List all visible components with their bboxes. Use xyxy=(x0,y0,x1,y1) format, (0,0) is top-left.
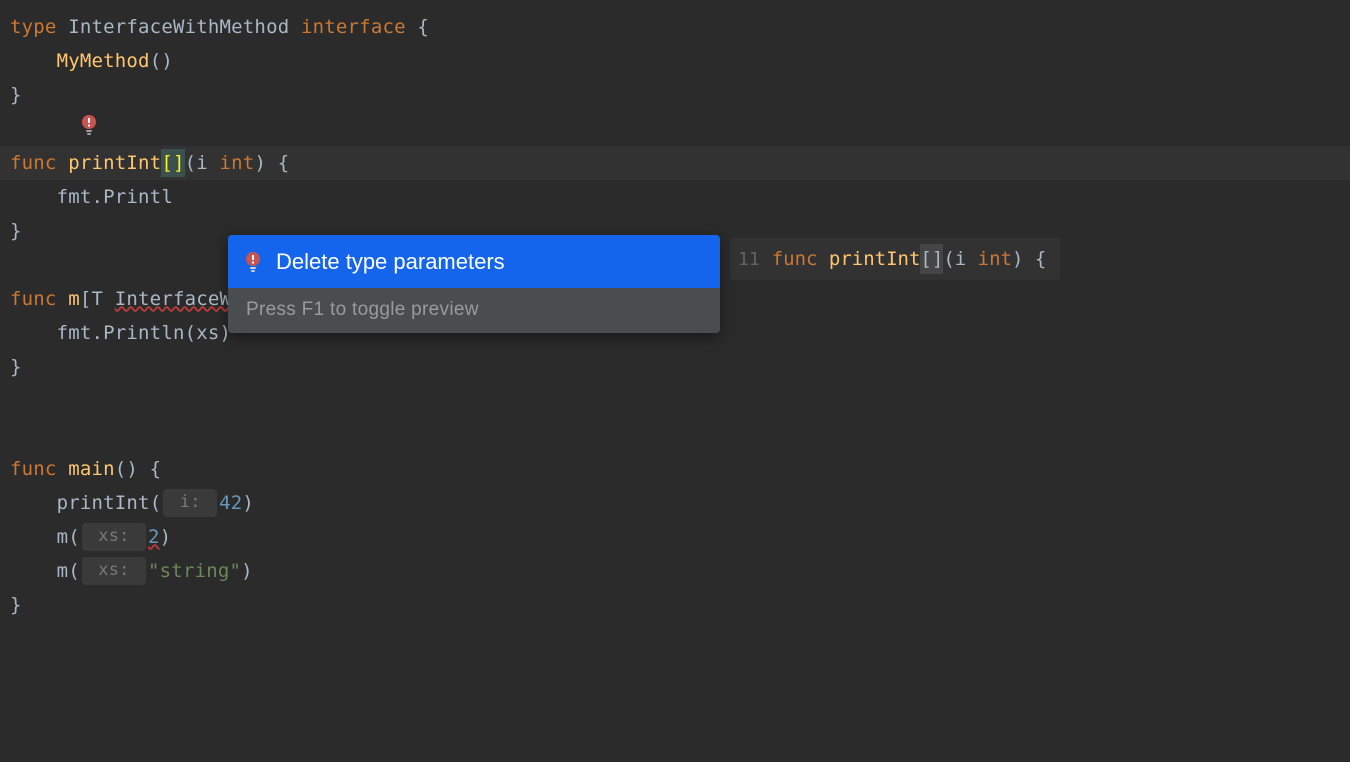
indent xyxy=(10,47,57,76)
param-type: int xyxy=(978,245,1012,274)
indent xyxy=(10,183,57,212)
code-line[interactable]: } xyxy=(0,350,1350,384)
paren-open: ( xyxy=(68,523,80,552)
brace: { xyxy=(266,149,289,178)
arg: xs xyxy=(196,319,219,348)
keyword-func: func xyxy=(10,149,57,178)
brace: { xyxy=(1023,245,1046,274)
paren-close: ) xyxy=(1012,245,1023,274)
code-line[interactable]: printInt( i: 42) xyxy=(0,486,1350,520)
type-param: T xyxy=(91,285,114,314)
indent xyxy=(10,523,57,552)
paren-open: ( xyxy=(943,245,954,274)
parens: () xyxy=(115,455,138,484)
intention-popup: Delete type parameters Press F1 to toggl… xyxy=(228,235,720,333)
parens: () xyxy=(150,47,173,76)
method-name: MyMethod xyxy=(57,47,150,76)
code-line-blank[interactable] xyxy=(0,384,1350,418)
function-name: main xyxy=(68,455,115,484)
code-line[interactable]: } xyxy=(0,588,1350,622)
code-line[interactable]: } xyxy=(0,78,1350,112)
code-line[interactable]: MyMethod() xyxy=(0,44,1350,78)
intention-action-delete-type-parameters[interactable]: Delete type parameters xyxy=(228,235,720,288)
paren-open: ( xyxy=(185,319,197,348)
brace: } xyxy=(10,353,22,382)
caret-bracket-open: [ xyxy=(161,149,173,178)
function-call: Println xyxy=(103,319,184,348)
inlay-hint: xs: xyxy=(82,523,146,551)
brace: } xyxy=(10,217,22,246)
indent xyxy=(10,489,57,518)
type-name: InterfaceWithMethod xyxy=(68,13,289,42)
keyword-type: type xyxy=(10,13,57,42)
code-line[interactable]: type InterfaceWithMethod interface { xyxy=(0,10,1350,44)
paren-close: ) xyxy=(242,489,254,518)
paren-close: ) xyxy=(241,557,253,586)
highlight-bracket-close: ] xyxy=(932,244,943,275)
package-ref: fmt xyxy=(57,319,92,348)
code-line[interactable]: func main() { xyxy=(0,452,1350,486)
code-line-blank[interactable] xyxy=(0,418,1350,452)
function-call: Printl xyxy=(103,183,173,212)
code-line[interactable]: fmt.Printl xyxy=(0,180,1350,214)
number-literal-error: 2 xyxy=(148,523,160,552)
paren-open: ( xyxy=(68,557,80,586)
indent xyxy=(10,319,57,348)
dot: . xyxy=(91,319,103,348)
function-call: printInt xyxy=(57,489,150,518)
package-ref: fmt xyxy=(57,183,92,212)
function-name: m xyxy=(68,285,80,314)
intention-action-label: Delete type parameters xyxy=(276,245,505,278)
brace: { xyxy=(138,455,161,484)
inlay-hint: xs: xyxy=(82,557,146,585)
paren-open: ( xyxy=(185,149,197,178)
indent xyxy=(10,557,57,586)
intention-preview: 11 func printInt[](i int) { xyxy=(730,238,1060,280)
bracket-open: [ xyxy=(80,285,92,314)
paren-close: ) xyxy=(160,523,172,552)
preview-line-number: 11 xyxy=(738,246,760,273)
keyword-func: func xyxy=(10,455,57,484)
dot: . xyxy=(91,183,103,212)
keyword-func: func xyxy=(10,285,57,314)
code-line[interactable]: m( xs: 2) xyxy=(0,520,1350,554)
function-call: m xyxy=(57,523,69,552)
caret-bracket-close: ] xyxy=(173,149,185,178)
brace: { xyxy=(406,13,429,42)
error-bulb-icon xyxy=(244,251,262,273)
intention-popup-hint: Press F1 to toggle preview xyxy=(228,288,720,333)
paren-close: ) xyxy=(254,149,266,178)
keyword-interface: interface xyxy=(301,13,406,42)
highlight-bracket-open: [ xyxy=(920,244,931,275)
function-name: printInt xyxy=(829,245,921,274)
function-name: printInt xyxy=(68,149,161,178)
paren-open: ( xyxy=(150,489,162,518)
code-line[interactable] xyxy=(0,112,1350,146)
function-call: m xyxy=(57,557,69,586)
param-type: int xyxy=(220,149,255,178)
param-name: i xyxy=(955,245,978,274)
brace: } xyxy=(10,591,22,620)
code-line[interactable]: m( xs: "string") xyxy=(0,554,1350,588)
string-literal: "string" xyxy=(148,557,241,586)
error-bulb-icon xyxy=(80,114,98,136)
number-literal: 42 xyxy=(219,489,242,518)
keyword-func: func xyxy=(772,245,818,274)
code-line-active[interactable]: func printInt[](i int) { xyxy=(0,146,1350,180)
param-name: i xyxy=(196,149,219,178)
inlay-hint: i: xyxy=(163,489,217,517)
